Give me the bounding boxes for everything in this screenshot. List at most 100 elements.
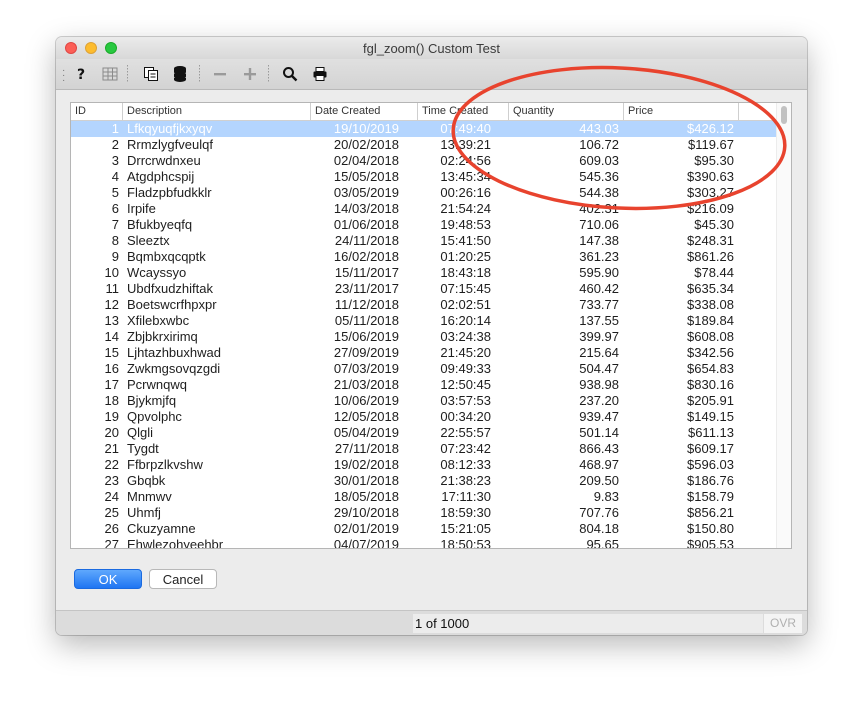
table-row[interactable]: 19 Qpvolphc 12/05/2018 00:34:20 939.47 $149.1… xyxy=(71,409,777,425)
add-icon[interactable] xyxy=(240,64,260,84)
cell-qty: 710.06 xyxy=(579,217,619,232)
cell-date: 21/03/2018 xyxy=(333,377,399,392)
cell-date: 05/04/2019 xyxy=(333,425,399,440)
table-row[interactable]: 10 Wcayssyo 15/11/2017 18:43:18 595.90 $78.44 xyxy=(71,265,777,281)
cell-time: 13:39:21 xyxy=(440,137,491,152)
cell-desc: Mnmwv xyxy=(127,489,172,504)
help-icon[interactable]: ? xyxy=(71,64,91,84)
table-row[interactable]: 15 Ljhtazhbuxhwad 27/09/2019 21:45:20 215.64… xyxy=(71,345,777,361)
table-row[interactable]: 7 Bfukbyeqfq 01/06/2018 19:48:53 710.06 $45.3… xyxy=(71,217,777,233)
cell-date: 19/10/2019 xyxy=(333,121,399,136)
toolbar-separator xyxy=(268,65,269,83)
table-row[interactable]: 22 Ffbrpzlkvshw 19/02/2018 08:12:33 468.97 $5… xyxy=(71,457,777,473)
column-header-time-created[interactable]: Time Created xyxy=(418,103,509,120)
cell-desc: Ffbrpzlkvshw xyxy=(127,457,203,472)
cell-id: 6 xyxy=(111,201,119,216)
table-row[interactable]: 21 Tygdt 27/11/2018 07:23:42 866.43 $609.17 xyxy=(71,441,777,457)
table-row[interactable]: 5 Fladzpbfudkklr 03/05/2019 00:26:16 544.38 $… xyxy=(71,185,777,201)
table-row[interactable]: 11 Ubdfxudzhiftak 23/11/2017 07:15:45 460.42… xyxy=(71,281,777,297)
cell-date: 11/12/2018 xyxy=(334,297,399,312)
cell-qty: 939.47 xyxy=(579,409,619,424)
table-row[interactable]: 1 Lfkqyuqfjkxyqv 19/10/2019 07:49:40 443.03 $… xyxy=(71,121,777,137)
table-row[interactable]: 23 Gbqbk 30/01/2018 21:38:23 209.50 $186.76 xyxy=(71,473,777,489)
cell-qty: 361.23 xyxy=(579,249,619,264)
cell-desc: Sleeztx xyxy=(127,233,170,248)
table-row[interactable]: 12 Boetswcrfhpxpr 11/12/2018 02:02:51 733.77… xyxy=(71,297,777,313)
table-row[interactable]: 17 Pcrwnqwq 21/03/2018 12:50:45 938.98 $830.1… xyxy=(71,377,777,393)
cell-time: 07:15:45 xyxy=(440,281,491,296)
cell-date: 15/11/2017 xyxy=(334,265,399,280)
table-row[interactable]: 25 Uhmfj 29/10/2018 18:59:30 707.76 $856.21 xyxy=(71,505,777,521)
cell-time: 00:26:16 xyxy=(440,185,491,200)
cell-time: 21:38:23 xyxy=(440,473,491,488)
search-icon[interactable] xyxy=(280,64,300,84)
table-row[interactable]: 16 Zwkmgsovqzgdi 07/03/2019 09:49:33 504.47 $… xyxy=(71,361,777,377)
cell-desc: Qlgli xyxy=(127,425,154,440)
cell-time: 17:11:30 xyxy=(441,489,491,504)
cell-time: 18:50:53 xyxy=(440,537,491,549)
cell-qty: 9.83 xyxy=(593,489,619,504)
svg-text:?: ? xyxy=(77,67,85,82)
cell-desc: Zbjbkrxirimq xyxy=(127,329,198,344)
title-bar[interactable]: fgl_zoom() Custom Test xyxy=(56,37,807,59)
cell-desc: Pcrwnqwq xyxy=(127,377,187,392)
toolbar-grip-icon[interactable]: · · · xyxy=(62,66,66,86)
table-row[interactable]: 14 Zbjbkrxirimq 15/06/2019 03:24:38 399.97 $6… xyxy=(71,329,777,345)
column-header-quantity[interactable]: Quantity xyxy=(509,103,624,120)
cell-qty: 938.98 xyxy=(579,377,619,392)
cell-id: 24 xyxy=(104,489,119,504)
cell-time: 08:12:33 xyxy=(440,457,491,472)
cell-time: 09:49:33 xyxy=(440,361,491,376)
data-grid[interactable]: ID Description Date Created Time Created… xyxy=(70,102,792,549)
cancel-button[interactable]: Cancel xyxy=(149,569,217,589)
column-header-id[interactable]: ID xyxy=(71,103,123,120)
cell-price: $426.12 xyxy=(687,121,734,136)
cell-id: 12 xyxy=(104,297,119,312)
cell-qty: 595.90 xyxy=(579,265,619,280)
table-row[interactable]: 2 Rrmzlygfveulqf 20/02/2018 13:39:21 106.72 $… xyxy=(71,137,777,153)
cell-time: 21:45:20 xyxy=(440,345,491,360)
database-icon[interactable] xyxy=(170,64,190,84)
cell-date: 03/05/2019 xyxy=(333,185,399,200)
print-icon[interactable] xyxy=(310,64,330,84)
scrollbar-thumb[interactable] xyxy=(781,106,787,124)
table-row[interactable]: 3 Drrcrwdnxeu 02/04/2018 02:24:56 609.03 $95.… xyxy=(71,153,777,169)
cell-price: $611.13 xyxy=(687,425,734,440)
table-row[interactable]: 13 Xfilebxwbc 05/11/2018 16:20:14 137.55 $189… xyxy=(71,313,777,329)
cell-price: $95.30 xyxy=(694,153,734,168)
cell-time: 02:02:51 xyxy=(440,297,491,312)
cell-time: 03:57:53 xyxy=(440,393,491,408)
cell-desc: Zwkmgsovqzgdi xyxy=(127,361,221,376)
cell-time: 07:49:40 xyxy=(440,121,491,136)
copy-icon[interactable] xyxy=(141,64,161,84)
cell-qty: 609.03 xyxy=(579,153,619,168)
table-row[interactable]: 20 Qlgli 05/04/2019 22:55:57 501.14 $611.13 xyxy=(71,425,777,441)
table-row[interactable]: 8 Sleeztx 24/11/2018 15:41:50 147.38 $248.31 xyxy=(71,233,777,249)
cell-id: 10 xyxy=(104,265,119,280)
vertical-scrollbar[interactable] xyxy=(776,103,791,548)
cell-qty: 237.20 xyxy=(579,393,619,408)
cell-price: $596.03 xyxy=(687,457,734,472)
cell-id: 4 xyxy=(111,169,119,184)
cell-desc: Ehwlezohyeehbr xyxy=(127,537,224,549)
cell-id: 7 xyxy=(111,217,119,232)
table-row[interactable]: 26 Ckuzyamne 02/01/2019 15:21:05 804.18 $150.… xyxy=(71,521,777,537)
record-position-status: 1 of 1000 xyxy=(413,614,763,633)
table-row[interactable]: 9 Bqmbxqcqptk 16/02/2018 01:20:25 361.23 $861… xyxy=(71,249,777,265)
remove-icon[interactable] xyxy=(210,64,230,84)
column-header-price[interactable]: Price xyxy=(624,103,739,120)
column-header-date-created[interactable]: Date Created xyxy=(311,103,418,120)
table-row[interactable]: 4 Atgdphcspij 15/05/2018 13:45:34 545.36 $390… xyxy=(71,169,777,185)
column-header-description[interactable]: Description xyxy=(123,103,311,120)
table-row[interactable]: 24 Mnmwv 18/05/2018 17:11:30 9.83 $158.79 xyxy=(71,489,777,505)
table-row[interactable]: 6 Irpife 14/03/2018 21:54:24 402.31 $216.09 xyxy=(71,201,777,217)
cell-time: 03:24:38 xyxy=(440,329,491,344)
cell-date: 12/05/2018 xyxy=(333,409,399,424)
cell-time: 07:23:42 xyxy=(440,441,491,456)
ok-button[interactable]: OK xyxy=(74,569,142,589)
cell-desc: Irpife xyxy=(127,201,156,216)
table-row[interactable]: 18 Bjykmjfq 10/06/2019 03:57:53 237.20 $205.9… xyxy=(71,393,777,409)
table-row[interactable]: 27 Ehwlezohyeehbr 04/07/2019 18:50:53 95.65 $… xyxy=(71,537,777,549)
grid-view-icon[interactable] xyxy=(100,64,120,84)
cell-price: $149.15 xyxy=(687,409,734,424)
